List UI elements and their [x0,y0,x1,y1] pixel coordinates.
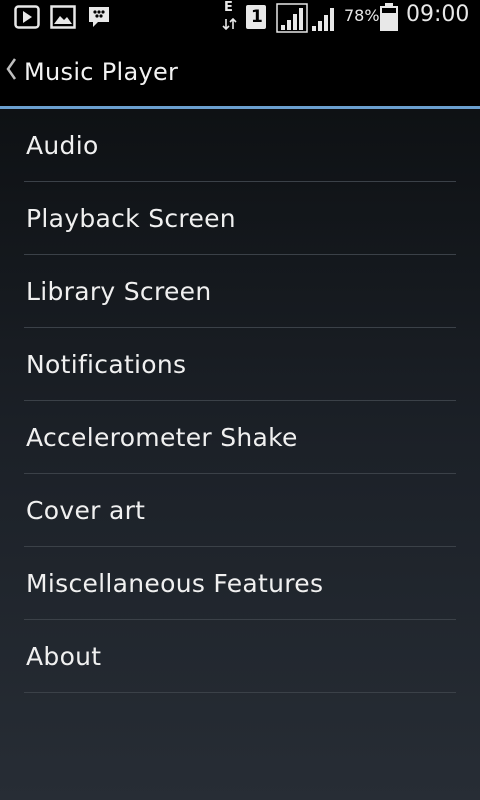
sim-slot-label: 1 [251,7,263,27]
action-bar: Music Player [0,36,480,106]
settings-item-cover-art[interactable]: Cover art [24,474,456,547]
status-bar: E 1 78% 09:00 [0,0,480,36]
bbm-notification-icon [89,7,109,27]
sim-1-icon: 1 [246,5,266,29]
signal-icon [276,3,308,33]
settings-item-miscellaneous-features[interactable]: Miscellaneous Features [24,547,456,620]
settings-item-accelerometer-shake[interactable]: Accelerometer Shake [24,401,456,474]
settings-item-label: Miscellaneous Features [26,569,324,598]
chevron-left-icon [6,58,17,80]
network-type-label: E [224,0,233,15]
settings-item-library-screen[interactable]: Library Screen [24,255,456,328]
signal-icon [312,8,334,31]
settings-item-audio[interactable]: Audio [24,109,456,182]
settings-item-label: Cover art [26,496,146,525]
settings-item-label: Playback Screen [26,204,236,233]
back-button[interactable]: Music Player [0,36,180,106]
battery-fill [382,12,396,29]
battery-percent: 78% [344,6,380,25]
settings-item-label: Audio [26,131,99,160]
data-e-icon: E [222,0,238,32]
settings-item-about[interactable]: About [24,620,456,693]
settings-screen: E 1 78% 09:00 Music Player Audio Playbac… [0,0,480,800]
settings-item-label: Notifications [26,350,187,379]
settings-item-label: Accelerometer Shake [26,423,298,452]
settings-item-label: Library Screen [26,277,212,306]
settings-list: Audio Playback Screen Library Screen Not… [0,109,480,693]
play-notification-icon [14,5,40,29]
page-title: Music Player [24,58,179,86]
settings-item-playback-screen[interactable]: Playback Screen [24,182,456,255]
settings-item-label: About [26,642,102,671]
settings-item-notifications[interactable]: Notifications [24,328,456,401]
clock: 09:00 [406,2,470,27]
gallery-notification-icon [50,5,76,29]
battery-icon [380,3,398,31]
